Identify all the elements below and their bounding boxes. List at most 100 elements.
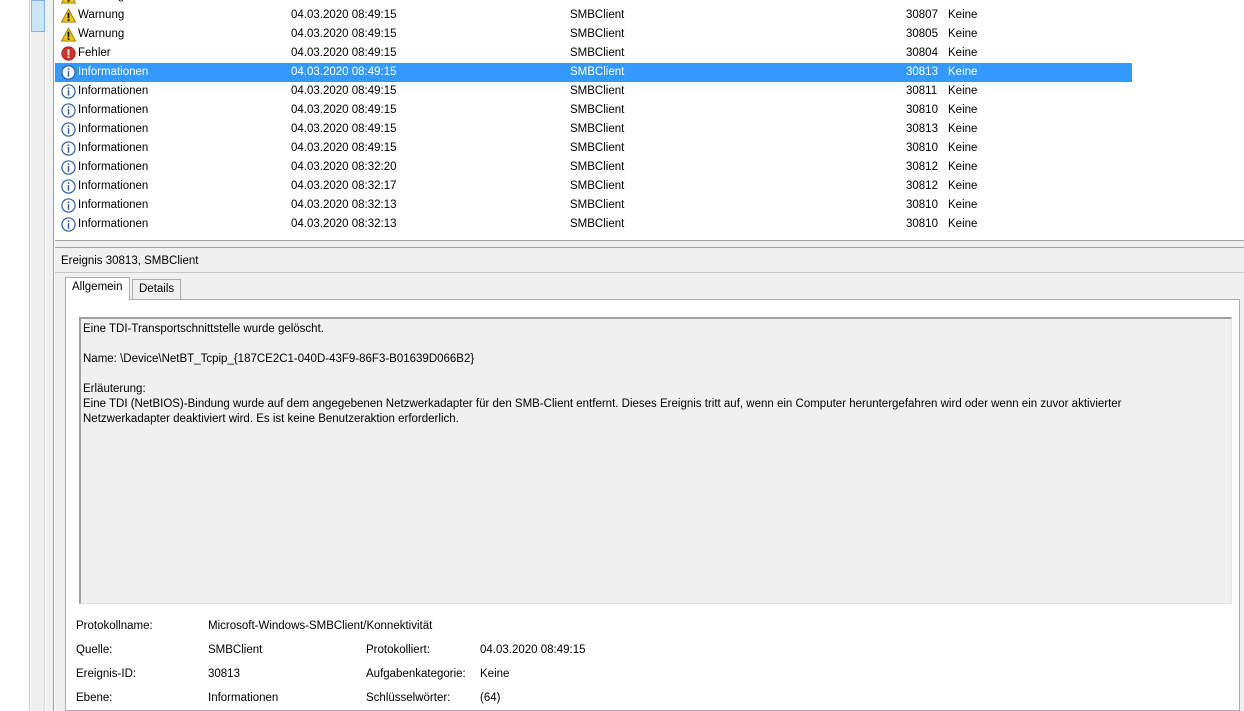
table-row-selected[interactable]: Informationen 04.03.2020 08:49:15 SMBClien… [55,63,1132,82]
info-icon [61,141,76,156]
level-cell: Informationen [78,142,149,154]
level-cell: Informationen [78,104,149,116]
task-category-cell: Keine [948,161,978,173]
error-icon [61,46,76,61]
task-category-label: Aufgabenkategorie: [366,668,466,680]
details-title: Ereignis 30813, SMBClient [61,255,199,267]
event-id-label: Ereignis-ID: [76,668,137,680]
table-row[interactable]: Warnung 04.03.2020 08:49:15 SMBClient 30805… [55,25,1132,44]
level-label: Ebene: [76,692,113,704]
info-icon [61,65,76,80]
task-category-cell: Keine [948,218,978,230]
source-value: SMBClient [208,644,263,656]
event-details-pane: Ereignis 30813, SMBClient Allgemein Deta… [55,248,1244,711]
table-row[interactable]: Informationen 04.03.2020 08:32:13 SMBClien… [55,215,1132,234]
date-cell: 04.03.2020 08:32:17 [291,180,397,192]
table-row[interactable]: Informationen 04.03.2020 08:32:17 SMBClien… [55,177,1132,196]
table-row[interactable]: Informationen 04.03.2020 08:49:15 SMBClien… [55,120,1132,139]
level-cell: Informationen [78,218,149,230]
event-id-cell: 30810 [906,104,938,116]
level-cell: Informationen [78,199,149,211]
table-row[interactable]: Warnung 04.03.2020 08:49:15 SMBClient 30807… [55,6,1132,25]
description-line: Netzwerkadapter deaktiviert wird. Es ist… [83,413,459,425]
task-category-cell: Keine [948,199,978,211]
info-icon [61,217,76,232]
tree-scrollbar-thumb[interactable] [31,0,45,32]
event-list: Warnung 04.03.2020 08:49:15 SMBClient 30807… [55,0,1244,240]
source-cell: SMBClient [570,66,625,78]
date-cell: 04.03.2020 08:49:15 [291,28,397,40]
event-description[interactable]: Eine TDI-Transportschnittstelle wurde ge… [79,317,1232,604]
tab-general[interactable]: Allgemein [65,277,130,300]
event-id-cell: 30811 [906,85,938,97]
logged-label: Protokolliert: [366,644,430,656]
date-cell: 04.03.2020 08:49:15 [291,104,397,116]
level-cell: Warnung [78,28,125,40]
log-name-label: Protokollname: [76,620,153,632]
description-gap [83,367,1229,382]
task-category-cell: Keine [948,66,978,78]
event-id-cell: 30807 [906,9,938,21]
date-cell: 04.03.2020 08:32:20 [291,161,397,173]
date-cell: 04.03.2020 08:32:13 [291,199,397,211]
description-gap [83,337,1229,352]
details-divider [55,272,1244,273]
task-category-cell: Keine [948,28,978,40]
task-category-cell: Keine [948,85,978,97]
event-id-cell: 30804 [906,47,938,59]
level-cell: Informationen [78,85,149,97]
warning-icon [61,8,76,23]
source-cell: SMBClient [570,142,625,154]
logged-value: 04.03.2020 08:49:15 [480,644,586,656]
table-row[interactable]: Informationen 04.03.2020 08:49:15 SMBClien… [55,101,1132,120]
task-category-cell: Keine [948,180,978,192]
event-id-value: 30813 [208,668,240,680]
source-cell: SMBClient [570,199,625,211]
event-id-cell: 30810 [906,142,938,154]
event-id-cell: 30805 [906,28,938,40]
task-category-cell: Keine [948,142,978,154]
task-category-cell: Keine [948,47,978,59]
table-row[interactable]: Informationen 04.03.2020 08:49:15 SMBClien… [55,139,1132,158]
level-cell: Informationen [78,180,149,192]
date-cell: 04.03.2020 08:49:15 [291,123,397,135]
keywords-value: (64) [480,692,501,704]
info-icon [61,122,76,137]
level-cell: Informationen [78,66,149,78]
event-id-cell: 30810 [906,218,938,230]
table-row[interactable]: Informationen 04.03.2020 08:32:13 SMBClien… [55,196,1132,215]
source-cell: SMBClient [570,180,625,192]
info-icon [61,103,76,118]
source-cell: SMBClient [570,218,625,230]
description-line: Eine TDI-Transportschnittstelle wurde ge… [83,323,324,335]
navigation-tree-edge [0,0,30,711]
event-id-cell: 30812 [906,180,938,192]
info-icon [61,84,76,99]
tree-scrollbar[interactable] [31,0,45,711]
source-cell: SMBClient [570,47,625,59]
source-cell: SMBClient [570,161,625,173]
level-cell: Informationen [78,161,149,173]
source-cell: SMBClient [570,123,625,135]
horizontal-splitter[interactable] [55,240,1244,248]
date-cell: 04.03.2020 08:49:15 [291,85,397,97]
description-line: Name: \Device\NetBT_Tcpip_{187CE2C1-040D… [83,353,475,365]
table-row[interactable]: Fehler 04.03.2020 08:49:15 SMBClient 30804 K… [55,44,1132,63]
source-label: Quelle: [76,644,113,656]
keywords-label: Schlüsselwörter: [366,692,451,704]
tab-general-content: Eine TDI-Transportschnittstelle wurde ge… [65,299,1240,711]
info-icon [61,198,76,213]
date-cell: 04.03.2020 08:49:15 [291,142,397,154]
vertical-splitter[interactable] [46,0,54,711]
warning-icon [61,0,76,4]
task-category-value: Keine [480,668,510,680]
description-line: Eine TDI (NetBIOS)-Bindung wurde auf dem… [83,398,1122,410]
table-row[interactable]: Informationen 04.03.2020 08:49:15 SMBClien… [55,82,1132,101]
log-name-value: Microsoft-Windows-SMBClient/Konnektivitä… [208,620,433,632]
event-id-cell: 30813 [906,66,938,78]
event-id-cell: 30810 [906,199,938,211]
tab-details[interactable]: Details [132,279,182,300]
event-id-cell: 30812 [906,161,938,173]
date-cell: 04.03.2020 08:32:13 [291,218,397,230]
table-row[interactable]: Informationen 04.03.2020 08:32:20 SMBClien… [55,158,1132,177]
